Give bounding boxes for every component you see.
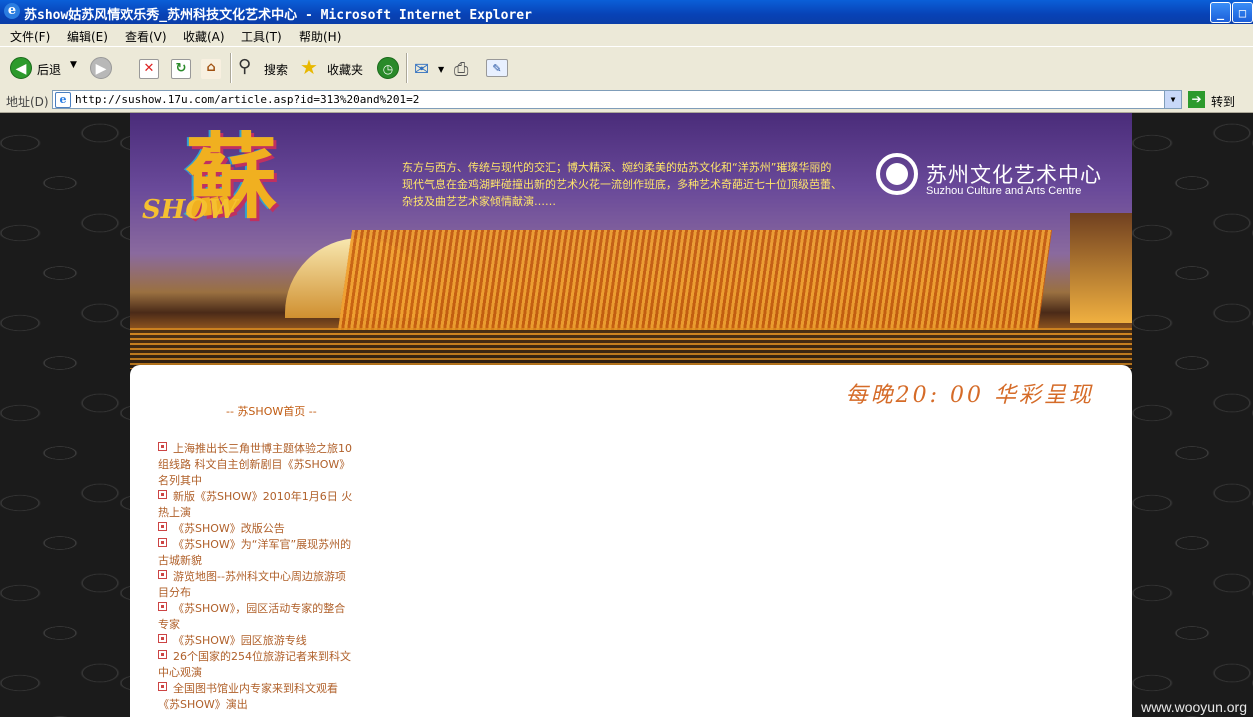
history-icon[interactable]: ◷ (377, 57, 399, 79)
org-logo-icon (876, 153, 918, 195)
go-arrow-icon: ➔ (1188, 91, 1205, 108)
building-image (337, 230, 1053, 330)
address-label: 地址(D) (6, 95, 49, 109)
print-icon[interactable]: ⎙ (454, 59, 468, 80)
minimize-button[interactable]: _ (1210, 2, 1231, 23)
home-link[interactable]: -- 苏SHOW首页 -- (226, 403, 317, 419)
menu-tools[interactable]: 工具(T) (241, 28, 282, 45)
menu-bar: 文件(F) 编辑(E) 查看(V) 收藏(A) 工具(T) 帮助(H) (0, 24, 1253, 46)
org-name-en: Suzhou Culture and Arts Centre (926, 185, 1082, 197)
favorites-label: 收藏夹 (327, 63, 364, 77)
menu-view[interactable]: 查看(V) (125, 28, 167, 45)
back-arrow-icon: ◀ (10, 57, 32, 79)
slogan: 每晚20: 00 华彩呈现 (845, 383, 1094, 408)
content-panel: 每晚20: 00 华彩呈现 -- 苏SHOW首页 -- 上海推出长三角世博主题体… (130, 365, 1132, 717)
bullet-icon (158, 522, 167, 531)
search-icon: ⚲ (238, 56, 252, 77)
menu-edit[interactable]: 编辑(E) (67, 28, 108, 45)
search-button[interactable]: ⚲ 搜索 (236, 55, 292, 81)
window-titlebar: e 苏show姑苏风情欢乐秀_苏州科技文化艺术中心 - Microsoft In… (0, 0, 1253, 24)
news-item[interactable]: 《苏SHOW》改版公告 (158, 521, 354, 537)
maximize-button[interactable]: □ (1232, 2, 1253, 23)
bullet-icon (158, 490, 167, 499)
mail-icon[interactable]: ✉ (414, 59, 429, 80)
left-decoration (0, 113, 130, 717)
right-decoration (1132, 113, 1253, 717)
favorites-button[interactable]: ★ 收藏夹 (298, 55, 368, 81)
news-item[interactable]: 上海推出长三角世博主题体验之旅10组线路 科文自主创新剧目《苏SHOW》名列其中 (158, 441, 354, 489)
home-icon[interactable]: ⌂ (201, 59, 221, 79)
news-item[interactable]: 《苏SHOW》园区旅游专线 (158, 633, 354, 649)
edit-icon[interactable]: ✎ (486, 59, 508, 77)
news-list: 上海推出长三角世博主题体验之旅10组线路 科文自主创新剧目《苏SHOW》名列其中… (158, 441, 354, 713)
news-item[interactable]: 《苏SHOW》为“洋军官”展现苏州的古城新貌 (158, 537, 354, 569)
news-item[interactable]: 《苏SHOW》，园区活动专家的整合专家 (158, 601, 354, 633)
tower-image (1070, 213, 1132, 323)
news-item[interactable]: 新版《苏SHOW》2010年1月6日 火热上演 (158, 489, 354, 521)
menu-file[interactable]: 文件(F) (10, 28, 50, 45)
bullet-icon (158, 634, 167, 643)
water-reflection-image (130, 328, 1132, 369)
news-item[interactable]: 26个国家的254位旅游记者来到科文中心观演 (158, 649, 354, 681)
address-url: http://sushow.17u.com/article.asp?id=313… (75, 93, 420, 106)
news-item[interactable]: 游览地图--苏州科文中心周边旅游项目分布 (158, 569, 354, 601)
forward-arrow-icon: ▶ (90, 57, 112, 79)
mail-dropdown-icon[interactable]: ▼ (438, 65, 444, 74)
search-label: 搜索 (264, 63, 289, 77)
menu-favorites[interactable]: 收藏(A) (183, 28, 225, 45)
back-label: 后退 (37, 63, 62, 77)
go-label: 转到 (1211, 95, 1236, 109)
bullet-icon (158, 650, 167, 659)
bullet-icon (158, 570, 167, 579)
address-dropdown-icon[interactable]: ▼ (1164, 91, 1181, 108)
bullet-icon (158, 682, 167, 691)
address-input[interactable]: e http://sushow.17u.com/article.asp?id=31… (52, 90, 1182, 109)
star-icon: ★ (300, 55, 318, 79)
watermark: www.wooyun.org (1141, 699, 1247, 715)
chevron-down-icon[interactable]: ▼ (70, 60, 77, 70)
forward-button[interactable]: ▶ (88, 55, 128, 81)
intro-text: 东方与西方、传统与现代的交汇；博大精深、婉约柔美的姑苏文化和“洋苏州”璀璨华丽的… (402, 161, 842, 208)
web-page: 蘇 SHOW 东方与西方、传统与现代的交汇；博大精深、婉约柔美的姑苏文化和“洋苏… (0, 113, 1253, 717)
stop-icon[interactable]: ✕ (139, 59, 159, 79)
go-button[interactable]: ➔ 转到 (1188, 90, 1248, 110)
back-button[interactable]: ◀ 后退 ▼ (8, 55, 83, 81)
refresh-icon[interactable]: ↻ (171, 59, 191, 79)
toolbar: ◀ 后退 ▼ ▶ ✕ ↻ ⌂ ⚲ 搜索 ★ 收藏夹 ◷ ✉ ▼ ⎙ ✎ (0, 46, 1253, 90)
page-icon: e (55, 92, 71, 108)
address-bar: 地址(D) e http://sushow.17u.com/article.asp… (0, 88, 1253, 113)
bullet-icon (158, 602, 167, 611)
bullet-icon (158, 442, 167, 451)
news-item[interactable]: 全国图书馆业内专家来到科文观看《苏SHOW》演出 (158, 681, 354, 713)
logo-show: SHOW (142, 195, 238, 225)
bullet-icon (158, 538, 167, 547)
menu-help[interactable]: 帮助(H) (299, 28, 341, 45)
window-title: 苏show姑苏风情欢乐秀_苏州科技文化艺术中心 - Microsoft Inte… (24, 8, 532, 23)
ie-icon: e (4, 3, 20, 19)
banner: 蘇 SHOW 东方与西方、传统与现代的交汇；博大精深、婉约柔美的姑苏文化和“洋苏… (130, 113, 1132, 369)
